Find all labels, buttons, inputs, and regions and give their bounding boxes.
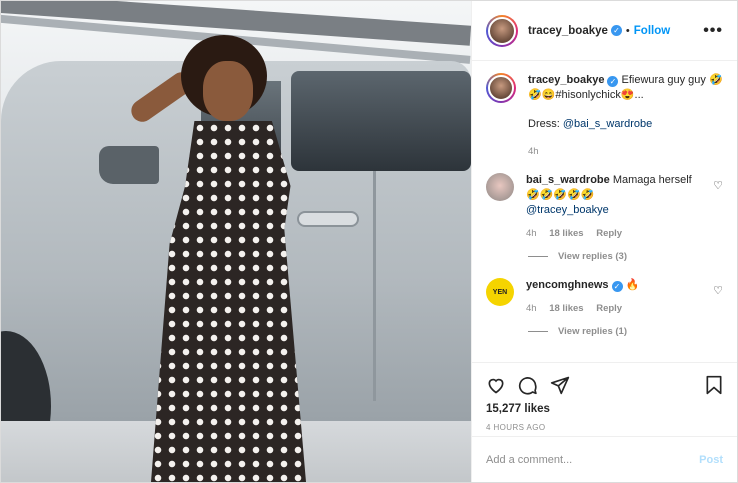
- comment-item: YEN yencomghnews ✓ 🔥 4h 18 likes Reply ♡: [486, 278, 723, 316]
- view-replies-button[interactable]: View replies (1): [528, 326, 723, 337]
- photo-person-face: [203, 61, 253, 121]
- author-username[interactable]: tracey_boakye: [528, 25, 608, 37]
- comment-text: 🔥: [625, 279, 640, 291]
- comment-username[interactable]: yencomghnews: [526, 279, 609, 291]
- post-side-panel: tracey_boakye ✓ • Follow ••• tracey_boak…: [471, 1, 737, 482]
- photo-car-rear-window: [291, 71, 471, 171]
- author-avatar[interactable]: [486, 14, 518, 47]
- photo-car-door-line: [373, 171, 376, 401]
- replies-divider-line: [528, 256, 548, 257]
- post-actions: 15,277 likes 4 HOURS AGO: [472, 362, 737, 436]
- comment-avatar[interactable]: YEN: [486, 278, 514, 306]
- post-photo[interactable]: [1, 1, 471, 482]
- verified-badge-icon: ✓: [607, 76, 619, 87]
- caption-age[interactable]: 4h: [528, 146, 539, 157]
- comment-meta: 4h 18 likes Reply: [526, 301, 705, 316]
- view-replies-label: View replies (3): [558, 251, 627, 262]
- caption-meta: 4h: [528, 144, 723, 159]
- view-replies-label: View replies (1): [558, 326, 627, 337]
- photo-car-door-handle: [297, 211, 359, 227]
- replies-divider-line: [528, 331, 548, 332]
- comment-age[interactable]: 4h: [526, 228, 537, 239]
- comment-body: yencomghnews ✓ 🔥 4h 18 likes Reply: [526, 278, 705, 316]
- comment-icon[interactable]: [518, 375, 538, 395]
- follow-button[interactable]: Follow: [634, 25, 670, 37]
- comment-avatar[interactable]: [486, 173, 514, 201]
- comment-likes[interactable]: 18 likes: [549, 303, 583, 314]
- comment-username[interactable]: bai_s_wardrobe: [526, 174, 610, 186]
- comment-meta: 4h 18 likes Reply: [526, 226, 705, 241]
- comment-avatar-text: YEN: [492, 288, 508, 296]
- caption-avatar-image: [488, 75, 514, 101]
- comment-item: bai_s_wardrobe Mamaga herself 🤣🤣🤣🤣🤣 @tra…: [486, 173, 723, 241]
- bookmark-icon[interactable]: [705, 375, 723, 395]
- share-icon[interactable]: [550, 375, 570, 395]
- header-separator: •: [625, 24, 630, 37]
- reply-button[interactable]: Reply: [596, 228, 622, 239]
- comment-age[interactable]: 4h: [526, 303, 537, 314]
- comment-like-heart-icon[interactable]: ♡: [713, 179, 723, 192]
- verified-badge-icon: ✓: [610, 25, 622, 36]
- instagram-post: tracey_boakye ✓ • Follow ••• tracey_boak…: [0, 0, 738, 483]
- more-options-icon[interactable]: •••: [703, 22, 723, 40]
- comment-like-heart-icon[interactable]: ♡: [713, 284, 723, 297]
- comment-likes[interactable]: 18 likes: [549, 228, 583, 239]
- caption-body: tracey_boakye ✓ Efiewura guy guy 🤣🤣😄#hiso…: [528, 73, 723, 159]
- verified-badge-icon: ✓: [611, 281, 623, 292]
- heart-icon[interactable]: [486, 375, 506, 395]
- comment-body: bai_s_wardrobe Mamaga herself 🤣🤣🤣🤣🤣 @tra…: [526, 173, 705, 241]
- caption-dress-prefix: Dress:: [528, 118, 563, 130]
- caption-username[interactable]: tracey_boakye: [528, 74, 604, 86]
- post-header: tracey_boakye ✓ • Follow •••: [472, 1, 737, 61]
- caption-avatar[interactable]: [486, 73, 516, 103]
- view-replies-button[interactable]: View replies (3): [528, 251, 723, 262]
- caption: tracey_boakye ✓ Efiewura guy guy 🤣🤣😄#hiso…: [486, 73, 723, 159]
- post-timestamp[interactable]: 4 HOURS AGO: [486, 423, 723, 432]
- caption-dress-mention[interactable]: @bai_s_wardrobe: [563, 118, 652, 130]
- reply-button[interactable]: Reply: [596, 303, 622, 314]
- add-comment-input[interactable]: [486, 453, 700, 466]
- post-comment-button[interactable]: Post: [699, 454, 723, 466]
- comments-list[interactable]: tracey_boakye ✓ Efiewura guy guy 🤣🤣😄#hiso…: [472, 61, 737, 362]
- caption-dress-line: Dress: @bai_s_wardrobe: [528, 117, 723, 132]
- likes-count[interactable]: 15,277 likes: [486, 403, 723, 415]
- add-comment-bar: Post: [472, 436, 737, 482]
- photo-car-mirror: [99, 146, 159, 184]
- author-avatar-image: [488, 16, 516, 45]
- comment-mention[interactable]: @tracey_boakye: [526, 203, 705, 218]
- action-icons-row: [486, 371, 723, 399]
